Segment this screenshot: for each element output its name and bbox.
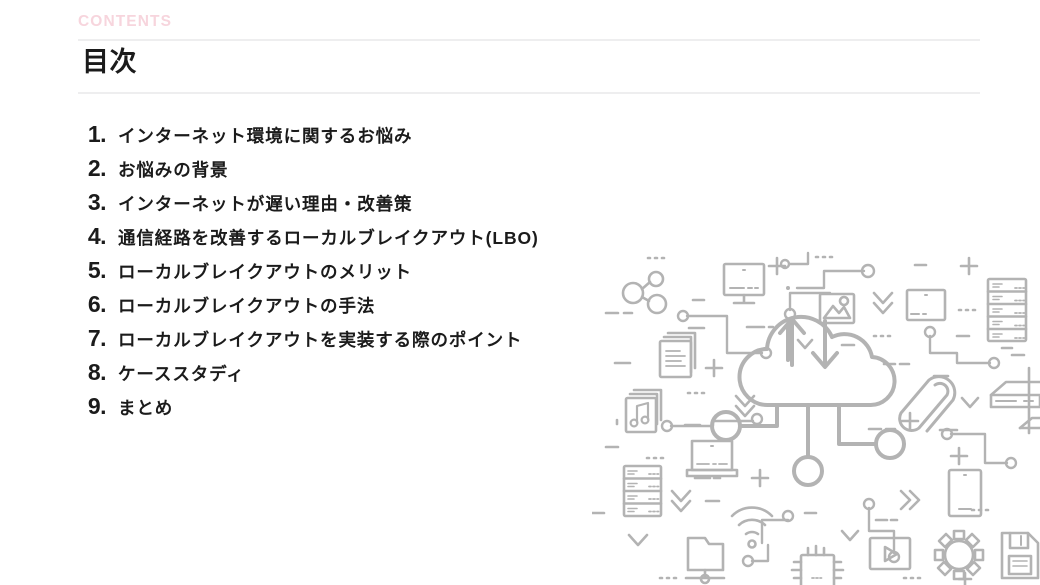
router-icon bbox=[989, 380, 1040, 409]
list-item-number: 4. bbox=[87, 223, 107, 249]
list-item[interactable]: 6. ローカルブレイクアウトの手法 bbox=[70, 291, 690, 325]
cloud-upload-download-icon bbox=[737, 286, 897, 408]
window-frame-icon bbox=[905, 288, 947, 322]
slide-header: CONTENTS 目次 bbox=[78, 0, 980, 94]
image-photo-icon bbox=[818, 292, 856, 325]
list-item-label: ローカルブレイクアウトの手法 bbox=[118, 296, 376, 316]
list-item-label: ローカルブレイクアウトのメリット bbox=[118, 262, 413, 282]
list-item[interactable]: 5. ローカルブレイクアウトのメリット bbox=[70, 257, 690, 291]
list-item-label: ローカルブレイクアウトを実装する際のポイント bbox=[118, 330, 523, 350]
list-item-number: 8. bbox=[87, 359, 107, 385]
folder-icon bbox=[684, 536, 726, 585]
list-item-number: 1. bbox=[87, 121, 107, 147]
list-item-label: 通信経路を改善するローカルブレイクアウト(LBO) bbox=[118, 228, 539, 248]
list-item-label: インターネットが遅い理由・改善策 bbox=[118, 194, 413, 214]
circuit-traces bbox=[660, 251, 1018, 568]
slide-canvas: CONTENTS 目次 1. インターネット環境に関するお悩み 2. お悩みの背… bbox=[0, 0, 1040, 585]
list-item[interactable]: 8. ケーススタディ bbox=[70, 359, 690, 393]
table-of-contents-list: 1. インターネット環境に関するお悩み 2. お悩みの背景 3. インターネット… bbox=[70, 121, 690, 427]
video-play-icon bbox=[868, 536, 912, 571]
server-rack-icon-2 bbox=[622, 464, 663, 518]
list-item[interactable]: 9. まとめ bbox=[70, 393, 690, 427]
eyebrow-label: CONTENTS bbox=[78, 13, 173, 30]
floppy-disk-icon bbox=[1000, 531, 1040, 580]
list-item[interactable]: 7. ローカルブレイクアウトを実装する際のポイント bbox=[70, 325, 690, 359]
list-item-number: 3. bbox=[87, 189, 107, 215]
laptop-icon bbox=[685, 439, 739, 478]
dots-decorations bbox=[645, 255, 990, 580]
tablet-icon bbox=[947, 468, 983, 518]
microchip-icon bbox=[790, 544, 845, 585]
list-item-label: まとめ bbox=[118, 398, 174, 418]
list-item-label: インターネット環境に関するお悩み bbox=[118, 126, 413, 146]
paperclip-icon bbox=[898, 375, 957, 433]
list-item-number: 9. bbox=[87, 393, 107, 419]
list-item-label: お悩みの背景 bbox=[118, 160, 229, 180]
list-item-number: 7. bbox=[87, 325, 107, 351]
list-item[interactable]: 3. インターネットが遅い理由・改善策 bbox=[70, 189, 690, 223]
list-item-label: ケーススタディ bbox=[118, 364, 245, 384]
printer-icon bbox=[1018, 416, 1040, 430]
header-bottom-divider bbox=[78, 91, 980, 94]
list-item[interactable]: 1. インターネット環境に関するお悩み bbox=[70, 121, 690, 155]
wifi-signal-icon bbox=[730, 506, 774, 549]
list-item-number: 2. bbox=[87, 155, 107, 181]
gear-icon bbox=[933, 529, 985, 581]
list-item[interactable]: 4. 通信経路を改善するローカルブレイクアウト(LBO) bbox=[70, 223, 690, 257]
cloud-arrows bbox=[778, 317, 839, 369]
desktop-monitor-icon bbox=[722, 262, 766, 305]
list-item-number: 6. bbox=[87, 291, 107, 317]
list-item[interactable]: 2. お悩みの背景 bbox=[70, 155, 690, 189]
server-rack-icon bbox=[986, 277, 1028, 343]
cloud-connection-lines bbox=[710, 403, 906, 487]
page-title: 目次 bbox=[82, 46, 137, 77]
list-item-number: 5. bbox=[87, 257, 107, 283]
